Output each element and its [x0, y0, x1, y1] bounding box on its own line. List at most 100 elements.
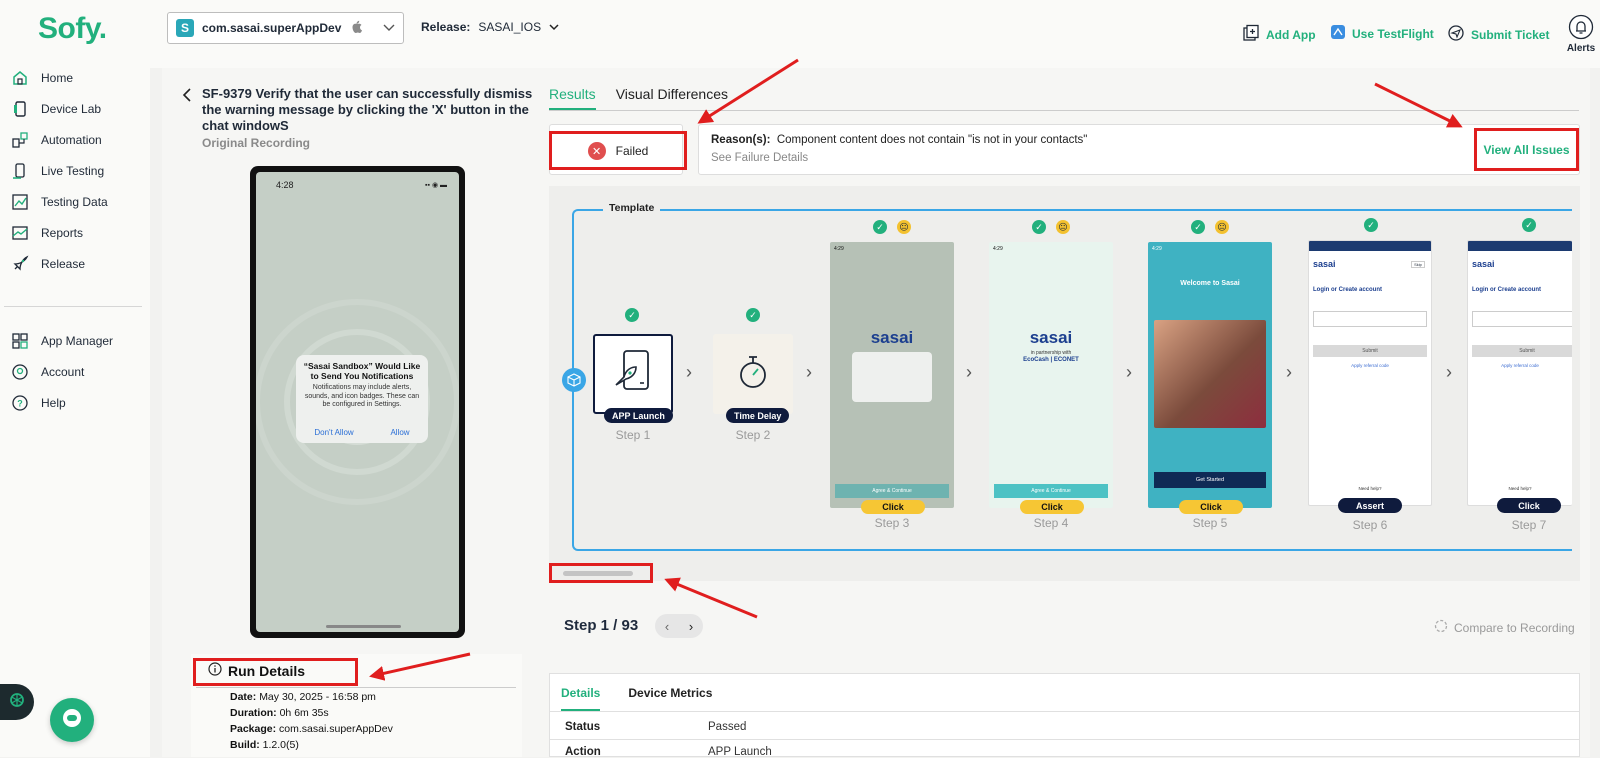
- passed-check-icon: ✓: [1032, 220, 1046, 234]
- sidebar-item-account[interactable]: Account: [10, 360, 140, 384]
- sidebar-item-label: Reports: [41, 226, 84, 240]
- allow-button[interactable]: Allow: [390, 428, 409, 437]
- app-manager-icon: [10, 331, 30, 351]
- release-selector[interactable]: Release: SASAI_IOS: [421, 20, 559, 34]
- agree-button: Agree & Continue: [994, 484, 1108, 498]
- annotation-box-scrollbar: [549, 563, 653, 583]
- submit-ticket-button[interactable]: Submit Ticket: [1447, 24, 1549, 45]
- sidebar-item-reports[interactable]: Reports: [10, 221, 140, 245]
- template-cube-icon[interactable]: [562, 368, 586, 392]
- divider: [549, 110, 1579, 111]
- dont-allow-button[interactable]: Don't Allow: [314, 428, 353, 437]
- agree-button: Agree & Continue: [835, 484, 949, 498]
- sidebar-item-label: Help: [41, 396, 66, 410]
- app-selector[interactable]: S com.sasai.superAppDev: [167, 12, 404, 44]
- svg-text:?: ?: [17, 399, 23, 409]
- app-package-label: com.sasai.superAppDev: [202, 21, 342, 35]
- sidebar-item-label: Home: [41, 71, 74, 85]
- visual-diff-icon: 😐: [897, 220, 911, 234]
- openai-icon: [7, 690, 27, 715]
- use-testflight-button[interactable]: Use TestFlight: [1330, 24, 1434, 43]
- home-indicator: [326, 625, 401, 628]
- chat-bubble-icon: [60, 706, 84, 735]
- tab-visual-differences[interactable]: Visual Differences: [616, 86, 728, 110]
- compare-label: Compare to Recording: [1454, 620, 1575, 635]
- visual-diff-icon: 😐: [1215, 220, 1229, 234]
- welcome-heading: Welcome to Sasai: [1180, 280, 1240, 287]
- step-action-pill: Time Delay: [726, 408, 790, 423]
- back-chevron-icon[interactable]: [182, 88, 192, 105]
- sidebar-item-label: Automation: [41, 133, 102, 147]
- submit-ticket-label: Submit Ticket: [1471, 27, 1550, 42]
- prev-step-icon[interactable]: ‹: [665, 619, 669, 634]
- welcome-photo: [1154, 320, 1266, 428]
- annotation-box-run-details: [193, 658, 358, 686]
- rocket-icon: [10, 254, 30, 274]
- step-card[interactable]: [713, 334, 793, 414]
- sidebar-item-device-lab[interactable]: Device Lab: [10, 97, 140, 121]
- sofy-logo[interactable]: Sofy.: [38, 12, 107, 46]
- sidebar-item-live-testing[interactable]: Live Testing: [10, 159, 140, 183]
- dialog-title: “Sasai Sandbox” Would Like to Send You N…: [303, 361, 421, 381]
- chevron-down-icon: [549, 20, 559, 34]
- get-started-button: Get Started: [1154, 472, 1266, 488]
- passed-check-icon: ✓: [746, 308, 760, 322]
- sidebar-item-help[interactable]: ? Help: [10, 391, 140, 415]
- tab-results[interactable]: Results: [549, 86, 596, 110]
- sidebar-item-app-manager[interactable]: App Manager: [10, 329, 140, 353]
- release-label: Release:: [421, 20, 471, 34]
- next-step-icon[interactable]: ›: [689, 619, 693, 634]
- visual-diff-icon: 😐: [1056, 220, 1070, 234]
- step-label: Step 1: [615, 428, 651, 442]
- automation-icon: [10, 130, 30, 150]
- step-screenshot[interactable]: 4:29 sasai Agree & Continue: [830, 242, 954, 508]
- step-screenshot[interactable]: sasai Login or Create account Submit App…: [1467, 240, 1572, 506]
- step-label: Step 7: [1511, 518, 1547, 532]
- sidebar: Sofy. Home Device Lab Automation Live Te…: [0, 0, 150, 757]
- compare-to-recording-button[interactable]: Compare to Recording: [1434, 619, 1575, 636]
- status-value: Passed: [708, 721, 747, 733]
- phone-time: 4:28: [276, 180, 294, 190]
- see-failure-details-link[interactable]: See Failure Details: [711, 152, 808, 164]
- passed-check-icon: ✓: [625, 308, 639, 322]
- alerts-button[interactable]: Alerts: [1563, 14, 1599, 54]
- phone-status-icons: ▪▪ ◉ ▬: [425, 182, 447, 189]
- stopwatch-icon: [736, 353, 770, 396]
- sidebar-divider: [4, 306, 142, 307]
- device-icon: [10, 99, 30, 119]
- sidebar-item-label: App Manager: [41, 334, 114, 348]
- step-label: Step 5: [1192, 516, 1228, 530]
- step-label: Step 2: [735, 428, 771, 442]
- apple-icon: [351, 20, 363, 37]
- chevron-down-icon: [383, 21, 395, 35]
- step-card[interactable]: [593, 334, 673, 414]
- sidebar-item-release[interactable]: Release: [10, 252, 140, 276]
- test-title: SF-9379 Verify that the user can success…: [202, 86, 533, 133]
- add-app-button[interactable]: Add App: [1242, 24, 1316, 45]
- failure-reason: Reason(s): Component content does not co…: [711, 134, 1088, 146]
- ai-chat-button[interactable]: [0, 684, 34, 720]
- sidebar-item-testing-data[interactable]: Testing Data: [10, 190, 140, 214]
- annotation-box-view-all-issues: [1474, 128, 1579, 171]
- step-screenshot[interactable]: 4:29 sasai in partnership with EcoCash |…: [989, 242, 1113, 508]
- account-icon: [10, 362, 30, 382]
- recording-screen[interactable]: 4:28 ▪▪ ◉ ▬ “Sasai Sandbox” Would Like t…: [256, 172, 459, 632]
- chevron-right-icon: ›: [966, 362, 972, 382]
- step-label: Step 4: [1033, 516, 1069, 530]
- result-tabs: Results Visual Differences: [549, 86, 728, 110]
- chevron-right-icon: ›: [1286, 362, 1292, 382]
- tab-details[interactable]: Details: [561, 686, 601, 711]
- sidebar-item-home[interactable]: Home: [10, 66, 140, 90]
- template-label: Template: [603, 202, 661, 214]
- status-key: Status: [565, 721, 601, 733]
- step-screenshot[interactable]: 4:29 Welcome to Sasai Get Started: [1148, 242, 1272, 508]
- original-recording-label: Original Recording: [202, 136, 311, 150]
- step-action-pill: Click: [1497, 498, 1561, 513]
- support-chat-button[interactable]: [50, 698, 94, 742]
- step-screenshot[interactable]: sasai Skip Login or Create account Submi…: [1308, 240, 1432, 506]
- help-icon: ?: [10, 393, 30, 413]
- use-testflight-label: Use TestFlight: [1352, 26, 1434, 41]
- sidebar-item-label: Live Testing: [41, 164, 105, 178]
- sidebar-item-automation[interactable]: Automation: [10, 128, 140, 152]
- tab-device-metrics[interactable]: Device Metrics: [628, 686, 712, 711]
